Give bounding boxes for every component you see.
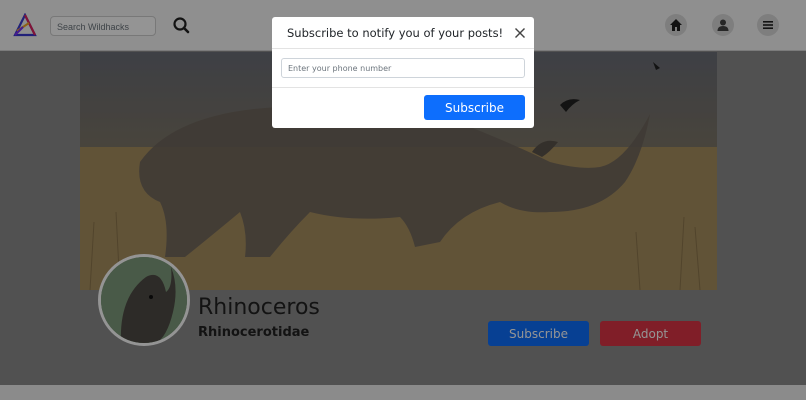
- close-icon[interactable]: [514, 26, 526, 38]
- modal-title: Subscribe to notify you of your posts!: [287, 26, 504, 40]
- subscribe-modal: Subscribe to notify you of your posts! S…: [272, 17, 534, 128]
- phone-number-input[interactable]: [281, 58, 525, 78]
- modal-divider: [272, 87, 534, 88]
- modal-subscribe-button[interactable]: Subscribe: [424, 95, 525, 120]
- modal-header: Subscribe to notify you of your posts!: [272, 17, 534, 49]
